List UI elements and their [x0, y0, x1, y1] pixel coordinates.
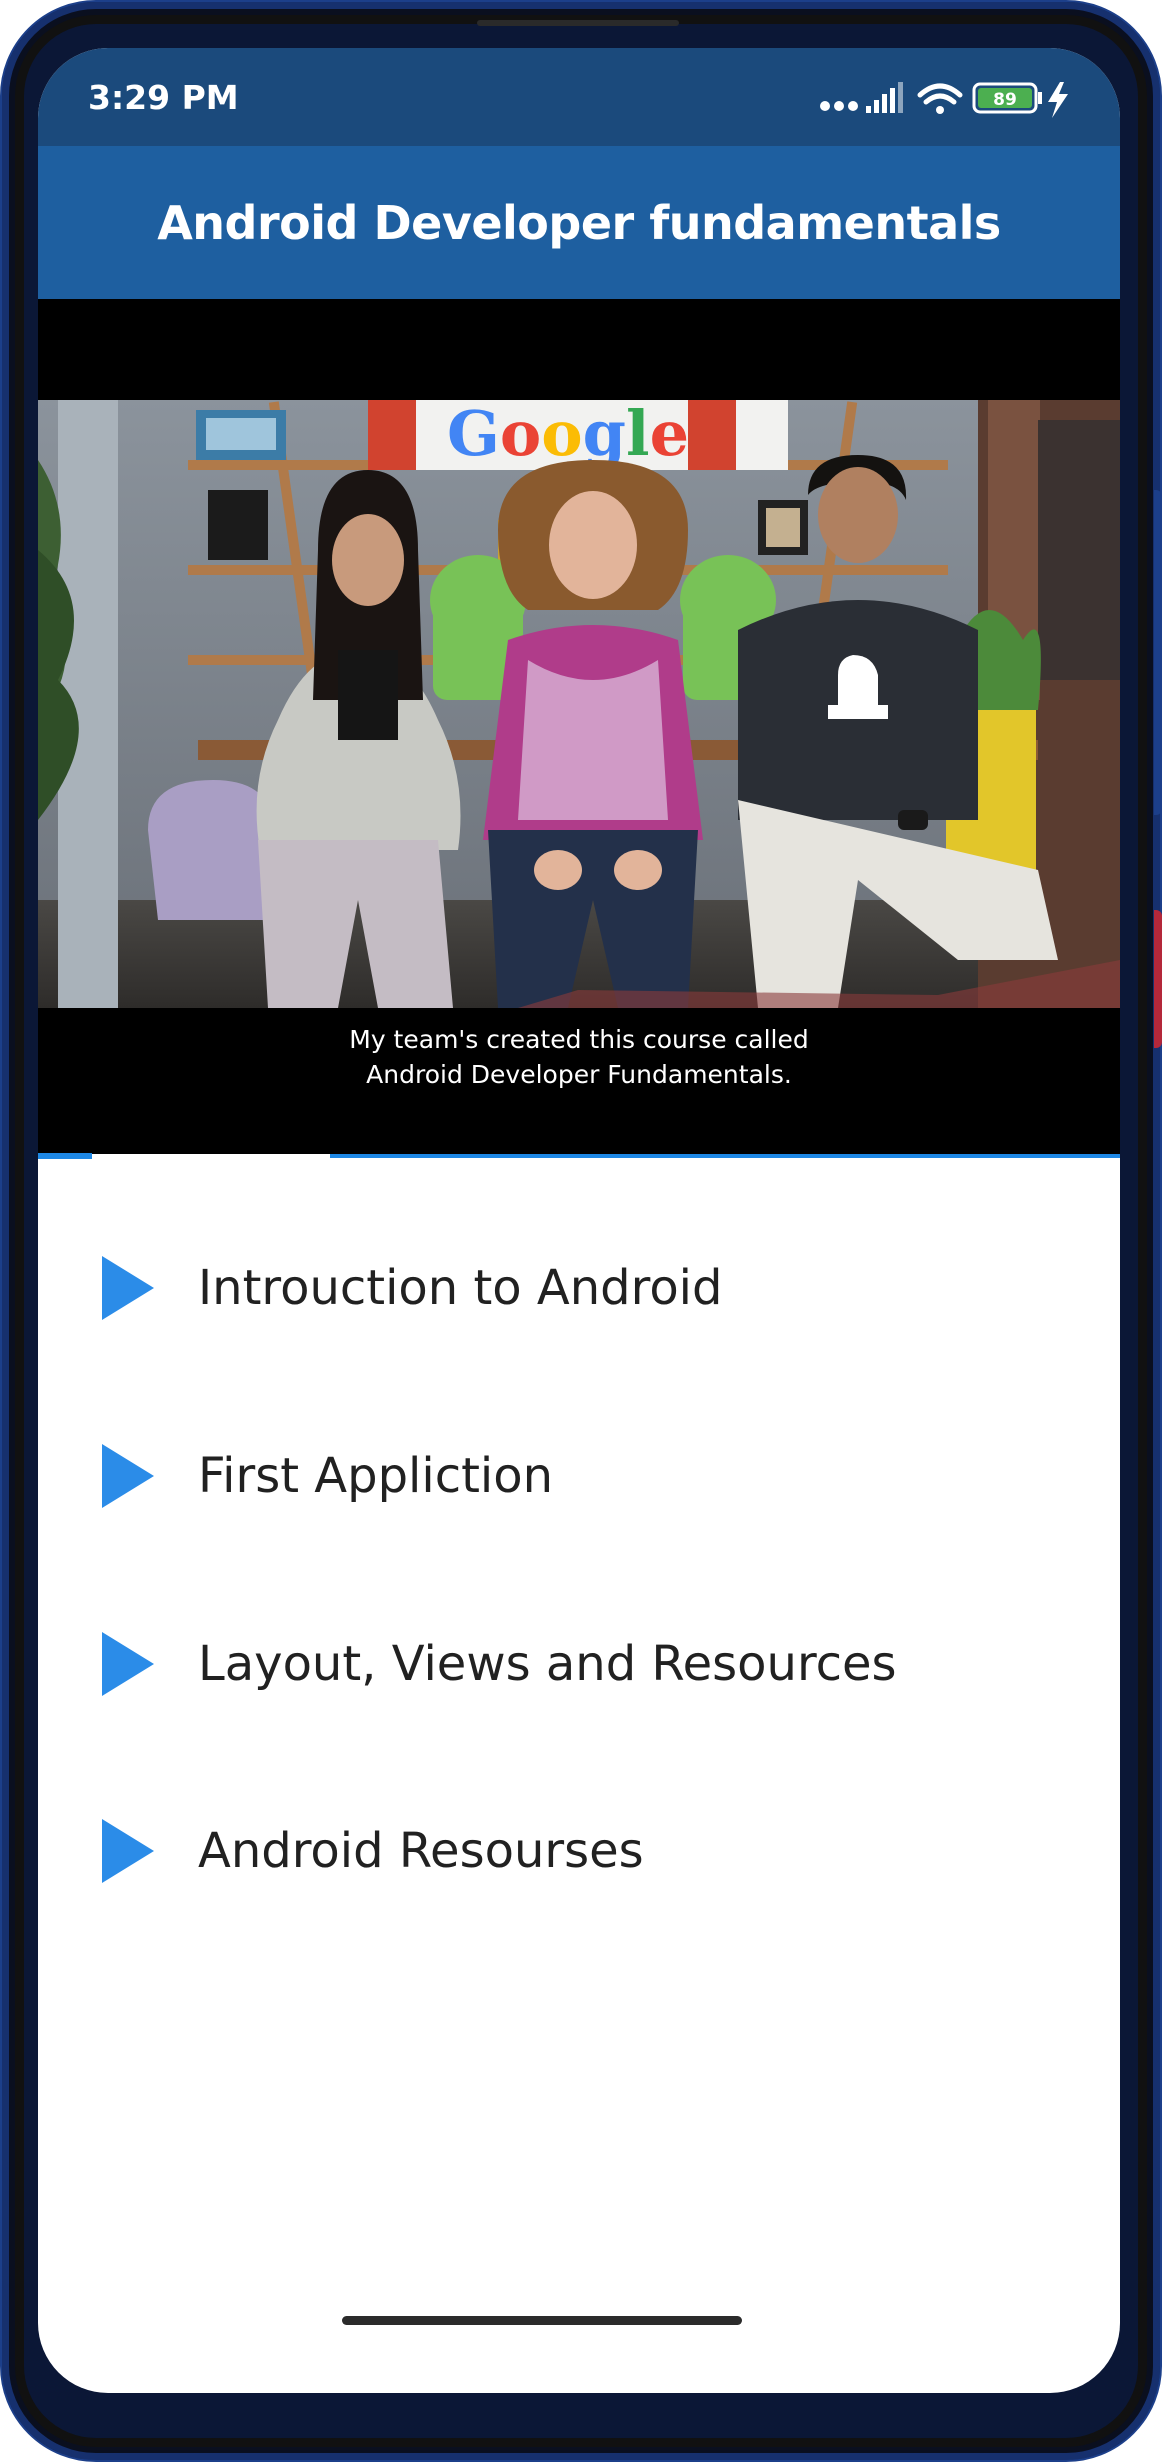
lesson-item[interactable]: First Appliction: [38, 1401, 1120, 1551]
power-button: [1154, 910, 1162, 1048]
caption-line-1: My team's created this course called: [349, 1025, 809, 1054]
lesson-label: Android Resourses: [198, 1823, 644, 1879]
screen: 3:29 PM 89 Android Developer fundamental…: [38, 48, 1120, 2393]
play-icon: [102, 1819, 154, 1883]
lesson-item[interactable]: Introuction to Android: [38, 1213, 1120, 1363]
lesson-item[interactable]: Android Resourses: [38, 1776, 1120, 1926]
caption-line-2: Android Developer Fundamentals.: [366, 1060, 792, 1089]
status-time: 3:29 PM: [88, 78, 239, 117]
home-indicator[interactable]: [342, 2316, 742, 2325]
wifi-icon: [917, 83, 963, 114]
battery-level: 89: [993, 90, 1017, 110]
battery-icon: 89: [972, 82, 1042, 114]
video-progress-buffered: [92, 1154, 330, 1158]
lesson-item[interactable]: Layout, Views and Resources: [38, 1589, 1120, 1739]
status-icons: 89: [820, 82, 1068, 118]
video-frame[interactable]: Google: [38, 400, 1120, 1008]
charging-icon: [1048, 82, 1068, 118]
lesson-label: Introuction to Android: [198, 1260, 723, 1316]
play-icon: [102, 1256, 154, 1320]
video-progress-played[interactable]: [38, 1153, 92, 1159]
play-icon: [102, 1444, 154, 1508]
status-bar: 3:29 PM 89: [38, 48, 1120, 146]
signal-icon: [866, 82, 903, 113]
video-scene-image: Google: [38, 400, 1120, 1008]
lesson-label: Layout, Views and Resources: [198, 1636, 897, 1692]
volume-button: [1154, 490, 1162, 815]
app-bar: Android Developer fundamentals: [38, 146, 1120, 299]
video-player[interactable]: Google My team's created this course cal…: [38, 299, 1120, 1157]
scene-logo: Google: [447, 400, 689, 470]
video-caption: My team's created this course called And…: [38, 1022, 1120, 1092]
play-icon: [102, 1632, 154, 1696]
earpiece: [477, 20, 679, 26]
dots-icon: [820, 101, 858, 111]
app-title: Android Developer fundamentals: [157, 195, 1001, 250]
lesson-label: First Appliction: [198, 1448, 554, 1504]
